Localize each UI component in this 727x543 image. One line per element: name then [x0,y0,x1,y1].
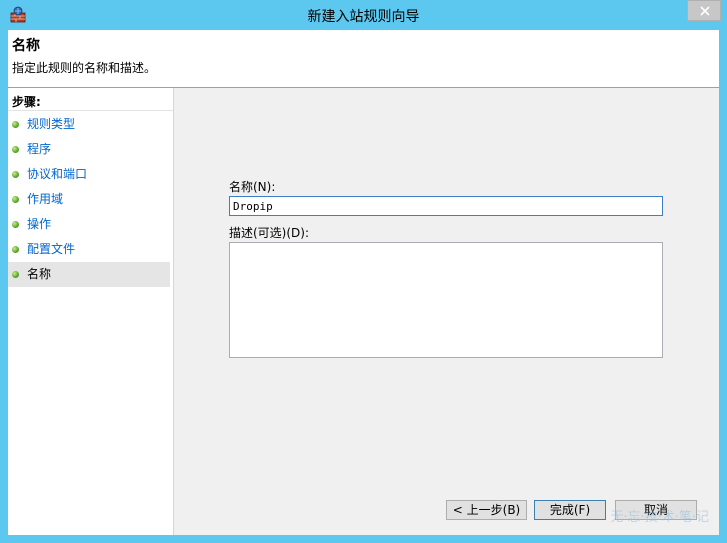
step-status-icon [12,196,19,203]
step-status-icon [12,171,19,178]
close-button[interactable] [687,0,721,21]
step-label: 协议和端口 [27,167,88,181]
steps-pane: 步骤: 规则类型 程序 协议和端口 作用域 操作 配置文件 名称 [8,88,174,535]
watermark: 无·忘·技·术·笔·记 [610,510,709,525]
page-description: 指定此规则的名称和描述。 [12,61,157,75]
name-field-label: 名称(N): [229,180,276,194]
step-status-icon [12,121,19,128]
step-label: 名称 [27,267,52,281]
close-icon [700,6,710,16]
finish-button[interactable]: 完成(F) [534,500,606,520]
step-status-icon [12,146,19,153]
step-protocol-and-ports[interactable]: 协议和端口 [8,162,170,187]
step-status-icon [12,271,19,278]
step-action[interactable]: 操作 [8,212,170,237]
wizard-header: 名称 指定此规则的名称和描述。 [8,30,719,88]
step-label: 配置文件 [27,242,76,256]
step-label: 规则类型 [27,117,76,131]
page-title: 名称 [12,38,40,54]
steps-divider [8,110,173,111]
step-label: 操作 [27,217,52,231]
step-label: 程序 [27,142,52,156]
wizard-client-area: 名称 指定此规则的名称和描述。 步骤: 规则类型 程序 协议和端口 作用域 操作… [8,30,719,535]
step-profile[interactable]: 配置文件 [8,237,170,262]
step-name: 名称 [8,262,170,287]
step-scope[interactable]: 作用域 [8,187,170,212]
steps-label: 步骤: [12,95,41,109]
steps-list: 规则类型 程序 协议和端口 作用域 操作 配置文件 名称 [8,112,170,287]
title-bar: 新建入站规则向导 [0,0,727,30]
step-program[interactable]: 程序 [8,137,170,162]
name-input[interactable] [229,196,663,216]
step-status-icon [12,221,19,228]
wizard-content: 名称(N): 描述(可选)(D): < 上一步(B) 完成(F) 取消 [174,88,719,535]
step-label: 作用域 [27,192,64,206]
description-textarea[interactable] [229,242,663,358]
window-title: 新建入站规则向导 [307,9,420,25]
step-status-icon [12,246,19,253]
step-rule-type[interactable]: 规则类型 [8,112,170,137]
description-field-label: 描述(可选)(D): [229,226,310,240]
back-button[interactable]: < 上一步(B) [446,500,527,520]
